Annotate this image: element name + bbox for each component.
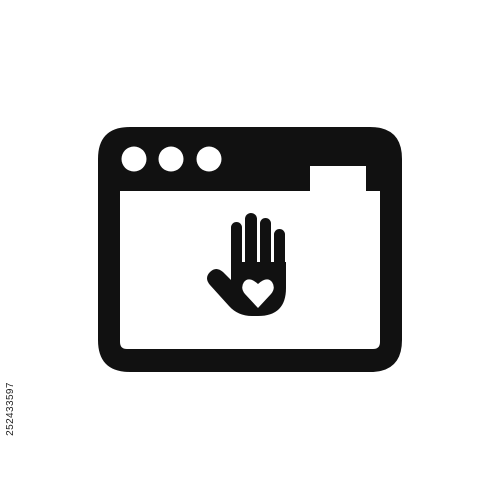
hand-heart-icon	[207, 213, 286, 316]
browser-window-volunteer-icon	[98, 127, 402, 372]
window-dot-2-icon	[158, 146, 184, 172]
stock-image-id: 252433597	[5, 382, 16, 436]
window-dot-3-icon	[196, 146, 222, 172]
window-dot-1-icon	[121, 146, 147, 172]
hand-icon	[207, 213, 286, 316]
